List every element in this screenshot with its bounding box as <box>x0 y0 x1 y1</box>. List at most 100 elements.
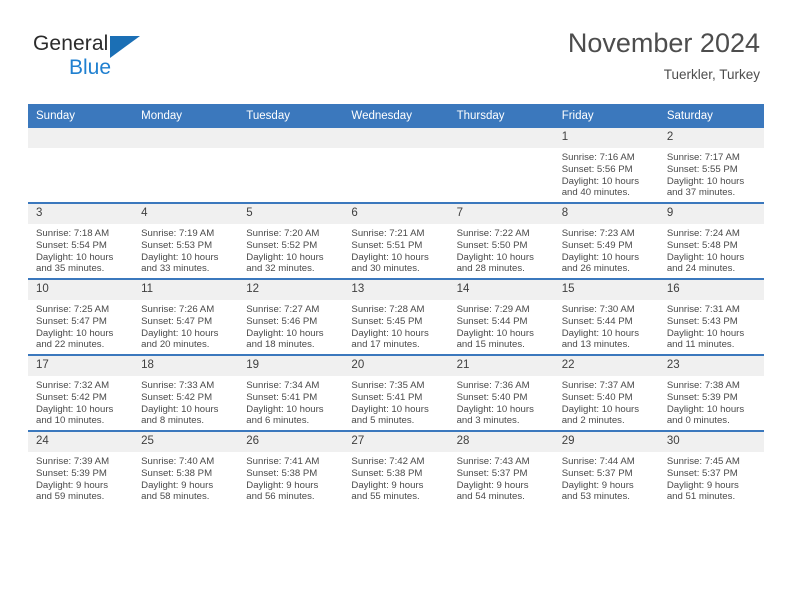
calendar-day-cell[interactable]: 22 Sunrise: 7:37 AM Sunset: 5:40 PM Dayligh… <box>553 354 659 431</box>
weekday-header-thursday: Thursday <box>448 104 554 128</box>
calendar-cell-empty <box>133 128 239 203</box>
calendar-day-cell[interactable]: 26 Sunrise: 7:41 AM Sunset: 5:38 PM Dayligh… <box>238 430 344 506</box>
day-info-daylight-line1: Daylight: 10 hours <box>246 327 324 339</box>
general-blue-logo[interactable]: General Blue <box>33 32 193 90</box>
day-info-daylight-line2: and 20 minutes. <box>141 339 210 351</box>
day-info-sunrise: Sunrise: 7:21 AM <box>351 228 425 239</box>
day-info-sunset: Sunset: 5:51 PM <box>351 239 423 251</box>
day-info-sunset: Sunset: 5:37 PM <box>456 467 528 479</box>
day-number: 18 <box>133 356 239 376</box>
day-info-sunrise: Sunrise: 7:35 AM <box>351 380 425 391</box>
day-info-daylight-line2: and 56 minutes. <box>246 491 315 503</box>
day-info-sunset: Sunset: 5:56 PM <box>561 163 633 175</box>
day-info-daylight-line2: and 6 minutes. <box>246 415 310 427</box>
day-info: Sunrise: 7:44 AM Sunset: 5:37 PM Daylight:… <box>554 452 659 503</box>
day-number: 6 <box>343 204 449 224</box>
day-info-daylight-line2: and 30 minutes. <box>351 263 420 275</box>
day-info-sunrise: Sunrise: 7:43 AM <box>456 456 530 467</box>
day-number <box>238 128 344 148</box>
calendar-day-cell[interactable]: 7 Sunrise: 7:22 AM Sunset: 5:50 PM Daylight… <box>448 202 554 279</box>
day-number: 26 <box>238 432 344 452</box>
day-info: Sunrise: 7:33 AM Sunset: 5:42 PM Daylight:… <box>133 376 238 427</box>
day-info-daylight-line2: and 11 minutes. <box>666 339 735 351</box>
day-info: Sunrise: 7:16 AM Sunset: 5:56 PM Daylight:… <box>554 148 659 199</box>
calendar-day-cell[interactable]: 17 Sunrise: 7:32 AM Sunset: 5:42 PM Dayligh… <box>28 354 134 431</box>
day-info-daylight-line1: Daylight: 10 hours <box>246 251 324 263</box>
day-info-sunset: Sunset: 5:44 PM <box>561 315 633 327</box>
day-info-daylight-line2: and 54 minutes. <box>456 491 525 503</box>
calendar-day-cell[interactable]: 4 Sunrise: 7:19 AM Sunset: 5:53 PM Daylight… <box>133 202 239 279</box>
day-info-sunset: Sunset: 5:39 PM <box>36 467 107 479</box>
day-info-sunset: Sunset: 5:47 PM <box>141 315 213 327</box>
day-info: Sunrise: 7:34 AM Sunset: 5:41 PM Daylight:… <box>238 376 343 427</box>
day-info: Sunrise: 7:42 AM Sunset: 5:38 PM Daylight:… <box>343 452 448 503</box>
day-info: Sunrise: 7:21 AM Sunset: 5:51 PM Daylight:… <box>343 224 448 275</box>
calendar-day-cell[interactable]: 6 Sunrise: 7:21 AM Sunset: 5:51 PM Daylight… <box>343 202 449 279</box>
day-info-sunset: Sunset: 5:49 PM <box>561 239 633 251</box>
day-info-daylight-line2: and 37 minutes. <box>666 187 736 199</box>
day-info-daylight-line2: and 10 minutes. <box>36 415 105 427</box>
day-number: 11 <box>133 280 239 300</box>
day-number: 12 <box>238 280 344 300</box>
calendar-day-cell[interactable]: 30 Sunrise: 7:45 AM Sunset: 5:37 PM Dayligh… <box>658 430 764 506</box>
calendar-header-row: Sunday Monday Tuesday Wednesday Thursday… <box>28 104 764 128</box>
calendar-day-cell[interactable]: 9 Sunrise: 7:24 AM Sunset: 5:48 PM Daylight… <box>658 202 764 279</box>
day-info-daylight-line1: Daylight: 10 hours <box>456 327 534 339</box>
calendar-day-cell[interactable]: 21 Sunrise: 7:36 AM Sunset: 5:40 PM Dayligh… <box>448 354 554 431</box>
calendar-day-cell[interactable]: 28 Sunrise: 7:43 AM Sunset: 5:37 PM Dayligh… <box>448 430 554 506</box>
day-number: 7 <box>448 204 554 224</box>
triangle-logo-icon <box>110 36 140 58</box>
calendar-day-cell[interactable]: 23 Sunrise: 7:38 AM Sunset: 5:39 PM Dayligh… <box>658 354 764 431</box>
day-info: Sunrise: 7:36 AM Sunset: 5:40 PM Daylight:… <box>449 376 554 427</box>
calendar-day-cell[interactable]: 10 Sunrise: 7:25 AM Sunset: 5:47 PM Dayligh… <box>28 278 134 355</box>
day-info-sunrise: Sunrise: 7:42 AM <box>351 456 425 467</box>
day-info-daylight-line2: and 8 minutes. <box>141 415 205 427</box>
weekday-header-wednesday: Wednesday <box>343 104 449 128</box>
calendar-day-cell[interactable]: 20 Sunrise: 7:35 AM Sunset: 5:41 PM Dayligh… <box>343 354 449 431</box>
calendar-day-cell[interactable]: 29 Sunrise: 7:44 AM Sunset: 5:37 PM Dayligh… <box>553 430 659 506</box>
day-info-daylight-line1: Daylight: 10 hours <box>141 327 219 339</box>
calendar-day-cell[interactable]: 12 Sunrise: 7:27 AM Sunset: 5:46 PM Dayligh… <box>238 278 344 355</box>
calendar-day-cell[interactable]: 5 Sunrise: 7:20 AM Sunset: 5:52 PM Daylight… <box>238 202 344 279</box>
calendar-day-cell[interactable]: 14 Sunrise: 7:29 AM Sunset: 5:44 PM Dayligh… <box>448 278 554 355</box>
day-number: 23 <box>658 356 764 376</box>
day-number: 14 <box>448 280 554 300</box>
calendar-day-cell[interactable]: 25 Sunrise: 7:40 AM Sunset: 5:38 PM Dayligh… <box>133 430 239 506</box>
day-info-sunrise: Sunrise: 7:18 AM <box>36 228 110 239</box>
day-info-sunset: Sunset: 5:44 PM <box>456 315 528 327</box>
calendar-day-cell[interactable]: 11 Sunrise: 7:26 AM Sunset: 5:47 PM Dayligh… <box>133 278 239 355</box>
day-info: Sunrise: 7:17 AM Sunset: 5:55 PM Daylight:… <box>659 148 764 199</box>
day-info: Sunrise: 7:18 AM Sunset: 5:54 PM Daylight:… <box>28 224 133 275</box>
calendar-day-cell[interactable]: 8 Sunrise: 7:23 AM Sunset: 5:49 PM Daylight… <box>553 202 659 279</box>
day-number: 1 <box>553 128 659 148</box>
calendar-day-cell[interactable]: 19 Sunrise: 7:34 AM Sunset: 5:41 PM Dayligh… <box>238 354 344 431</box>
day-info-daylight-line2: and 28 minutes. <box>456 263 525 275</box>
calendar-day-cell[interactable]: 27 Sunrise: 7:42 AM Sunset: 5:38 PM Dayligh… <box>343 430 449 506</box>
calendar-day-cell[interactable]: 16 Sunrise: 7:31 AM Sunset: 5:43 PM Dayligh… <box>658 278 764 355</box>
calendar-day-cell[interactable]: 18 Sunrise: 7:33 AM Sunset: 5:42 PM Dayligh… <box>133 354 239 431</box>
day-info: Sunrise: 7:37 AM Sunset: 5:40 PM Daylight:… <box>554 376 659 427</box>
calendar-body: 1 Sunrise: 7:16 AM Sunset: 5:56 PM Daylight… <box>28 128 764 506</box>
day-info-sunrise: Sunrise: 7:40 AM <box>141 456 215 467</box>
calendar-grid: Sunday Monday Tuesday Wednesday Thursday… <box>28 104 764 506</box>
day-info-sunrise: Sunrise: 7:26 AM <box>141 304 215 315</box>
day-info: Sunrise: 7:23 AM Sunset: 5:49 PM Daylight:… <box>554 224 659 275</box>
day-number <box>343 128 449 148</box>
day-info-sunrise: Sunrise: 7:22 AM <box>456 228 530 239</box>
day-info-sunrise: Sunrise: 7:39 AM <box>36 456 110 467</box>
day-number: 15 <box>553 280 659 300</box>
calendar-day-cell[interactable]: 2 Sunrise: 7:17 AM Sunset: 5:55 PM Daylight… <box>658 128 764 203</box>
day-number: 21 <box>448 356 554 376</box>
calendar-day-cell[interactable]: 3 Sunrise: 7:18 AM Sunset: 5:54 PM Daylight… <box>28 202 134 279</box>
day-info-sunset: Sunset: 5:55 PM <box>666 163 738 175</box>
weekday-header-sunday: Sunday <box>28 104 134 128</box>
day-info-sunset: Sunset: 5:38 PM <box>246 467 318 479</box>
calendar-week-row: 1 Sunrise: 7:16 AM Sunset: 5:56 PM Daylight… <box>28 128 764 203</box>
calendar-day-cell[interactable]: 1 Sunrise: 7:16 AM Sunset: 5:56 PM Daylight… <box>553 128 659 203</box>
day-info-daylight-line1: Daylight: 10 hours <box>666 327 745 339</box>
calendar-day-cell[interactable]: 15 Sunrise: 7:30 AM Sunset: 5:44 PM Dayligh… <box>553 278 659 355</box>
calendar-day-cell[interactable]: 24 Sunrise: 7:39 AM Sunset: 5:39 PM Dayligh… <box>28 430 134 506</box>
calendar-day-cell[interactable]: 13 Sunrise: 7:28 AM Sunset: 5:45 PM Dayligh… <box>343 278 449 355</box>
calendar-cell-empty <box>28 128 134 203</box>
day-info-daylight-line1: Daylight: 9 hours <box>666 479 739 491</box>
